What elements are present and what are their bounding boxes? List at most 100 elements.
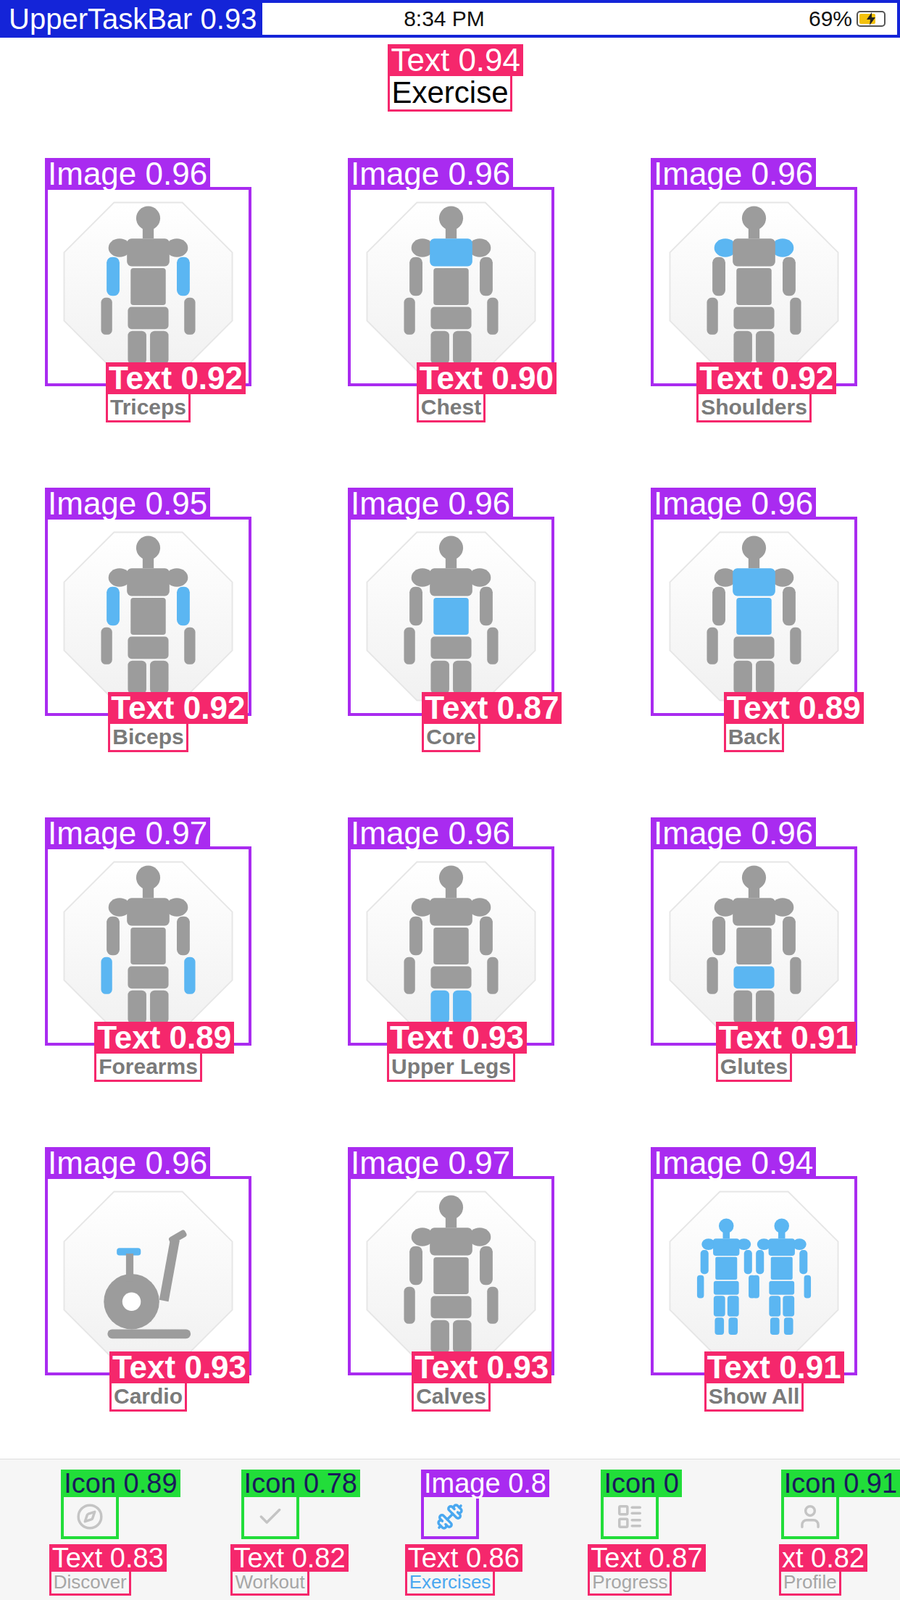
detection-label: Text 0.91 [715, 1021, 856, 1054]
detection-label: Text 0.87 [421, 692, 562, 724]
detection-label: xt 0.82 [778, 1544, 868, 1572]
tab-icon-box[interactable]: Icon 0.89 [60, 1494, 119, 1540]
muscle-icon [657, 194, 850, 379]
detection-label: Image 0.95 [44, 487, 211, 520]
detection-label: Text 0.94 [387, 44, 524, 77]
battery: 69% [808, 7, 886, 30]
tab-label[interactable]: Text 0.83Discover [49, 1569, 132, 1596]
tile-name[interactable]: Text 0.87Core [421, 721, 480, 753]
detection-label: Image 0.96 [650, 817, 816, 850]
tile-image[interactable]: Image 0.96 [347, 516, 555, 716]
tile-image[interactable]: Image 0.96 [347, 846, 555, 1046]
detection-label: Image 0.96 [650, 487, 816, 520]
detection-label: Image 0.8 [421, 1469, 550, 1498]
tab-item[interactable]: Icon 0 Text 0.87Progress [539, 1494, 720, 1596]
header: Text 0.94Exercise [0, 37, 900, 112]
muscle-tile[interactable]: Image 0.97 Text 0.93Calves [347, 1176, 555, 1412]
tile-name[interactable]: Text 0.89Forearms [94, 1051, 203, 1082]
tile-image[interactable]: Image 0.97 [347, 1176, 555, 1376]
muscle-tile[interactable]: Image 0.96 Text 0.87Core [347, 516, 555, 753]
muscle-icon [657, 523, 850, 709]
tab-icon-box[interactable]: Icon 0 [600, 1494, 659, 1540]
muscle-icon [355, 1183, 548, 1369]
detection-label: Text 0.82 [230, 1544, 348, 1572]
detection-label: Text 0.89 [94, 1021, 235, 1054]
tile-image[interactable]: Image 0.96 [44, 1176, 252, 1376]
tile-name[interactable]: Text 0.91Glutes [715, 1051, 793, 1082]
tile-name[interactable]: Text 0.91Show All [704, 1381, 805, 1412]
detection-label: Text 0.92 [107, 692, 248, 724]
muscle-tile[interactable]: Image 0.96 Text 0.90Chest [347, 186, 555, 423]
detection-label: Icon 0.78 [241, 1469, 361, 1498]
muscle-tile[interactable]: Image 0.96 Text 0.92Triceps [44, 186, 252, 423]
detection-label: Text 0.89 [723, 692, 864, 724]
exercise-screen: UpperTaskBar 0.938:34 PM69%Text 0.94Exer… [0, 0, 900, 1600]
tab-item[interactable]: Icon 0.89 Text 0.83Discover [0, 1494, 180, 1596]
detection-label: Text 0.92 [696, 362, 837, 395]
tab-icon [256, 1502, 285, 1531]
tile-name[interactable]: Text 0.92Biceps [107, 721, 188, 753]
muscle-tile[interactable]: Image 0.96 Text 0.91Glutes [650, 846, 858, 1082]
detection-label: Text 0.93 [411, 1351, 552, 1384]
tab-icon [76, 1502, 104, 1531]
detection-label: Icon 0.89 [60, 1469, 180, 1498]
tab-item[interactable]: Image 0.8 Text 0.86Exercises [360, 1494, 540, 1596]
tab-icon-box[interactable]: Image 0.8 [421, 1494, 479, 1540]
tile-name[interactable]: Text 0.93Cardio [109, 1381, 187, 1412]
tile-name[interactable]: Text 0.92Triceps [105, 392, 191, 423]
muscle-tile[interactable]: Image 0.96 Text 0.89Back [650, 516, 858, 753]
tab-bar: Icon 0.89 Text 0.83Discover Icon 0.78 Text … [0, 1458, 900, 1600]
muscle-tile[interactable]: Image 0.96 Text 0.92Shoulders [650, 186, 858, 423]
tab-label[interactable]: Text 0.86Exercises [405, 1569, 496, 1596]
tab-icon-box[interactable]: Icon 0.78 [241, 1494, 300, 1540]
tab-icon-box[interactable]: Icon 0.91 [781, 1494, 840, 1540]
tile-image[interactable]: Image 0.95 [44, 516, 252, 716]
muscle-icon [355, 853, 548, 1039]
detection-label: Image 0.97 [44, 817, 211, 850]
detection-label: UpperTaskBar 0.93 [2, 2, 263, 35]
tile-name[interactable]: Text 0.89Back [723, 721, 785, 753]
tile-name[interactable]: Text 0.93Calves [411, 1381, 491, 1412]
detection-label: Text 0.90 [416, 362, 557, 395]
muscle-icon [657, 853, 850, 1039]
detection-label: Image 0.96 [44, 1147, 211, 1179]
tile-image[interactable]: Image 0.96 [650, 186, 858, 387]
tile-image[interactable]: Image 0.94 [650, 1176, 858, 1376]
tile-image[interactable]: Image 0.96 [347, 186, 555, 387]
detection-label: Image 0.96 [44, 157, 211, 190]
tab-label[interactable]: xt 0.82Profile [778, 1569, 842, 1596]
tab-item[interactable]: Icon 0.78 Text 0.82Workout [179, 1494, 360, 1596]
battery-percent: 69% [808, 7, 853, 30]
muscle-tile[interactable]: Image 0.94 Text 0.91Show All [650, 1176, 858, 1412]
detection-label: Text 0.93 [386, 1021, 527, 1054]
detection-label: Image 0.96 [347, 487, 514, 520]
tab-label[interactable]: Text 0.82Workout [230, 1569, 309, 1596]
muscle-tile[interactable]: Image 0.96 Text 0.93Cardio [44, 1176, 252, 1412]
muscle-tile[interactable]: Image 0.97 Text 0.89Forearms [44, 846, 252, 1082]
battery-icon [856, 10, 886, 27]
detection-label: Image 0.96 [650, 157, 816, 190]
detection-label: Image 0.96 [347, 157, 514, 190]
charging-icon [865, 12, 877, 26]
detection-label: Text 0.91 [704, 1351, 845, 1384]
detection-label: Text 0.93 [109, 1351, 250, 1384]
status-bar: UpperTaskBar 0.938:34 PM69% [0, 0, 900, 38]
muscle-tile[interactable]: Image 0.96 Text 0.93Upper Legs [347, 846, 555, 1082]
muscle-icon [52, 853, 245, 1039]
tab-item[interactable]: Icon 0.91 xt 0.82Profile [720, 1494, 900, 1596]
detection-label: Text 0.92 [105, 362, 246, 395]
tab-label[interactable]: Text 0.87Progress [587, 1569, 672, 1596]
tab-icon [796, 1502, 824, 1531]
tile-name[interactable]: Text 0.90Chest [416, 392, 486, 423]
detection-label: Text 0.86 [405, 1544, 523, 1572]
tile-image[interactable]: Image 0.96 [650, 846, 858, 1046]
tile-name[interactable]: Text 0.93Upper Legs [386, 1051, 516, 1082]
tile-image[interactable]: Image 0.97 [44, 846, 252, 1046]
tile-name[interactable]: Text 0.92Shoulders [696, 392, 812, 423]
tab-icon [615, 1502, 644, 1531]
muscle-tile[interactable]: Image 0.95 Text 0.92Biceps [44, 516, 252, 753]
muscle-icon [52, 1183, 245, 1369]
tile-image[interactable]: Image 0.96 [650, 516, 858, 716]
detection-label: Icon 0.91 [781, 1469, 900, 1498]
tile-image[interactable]: Image 0.96 [44, 186, 252, 387]
